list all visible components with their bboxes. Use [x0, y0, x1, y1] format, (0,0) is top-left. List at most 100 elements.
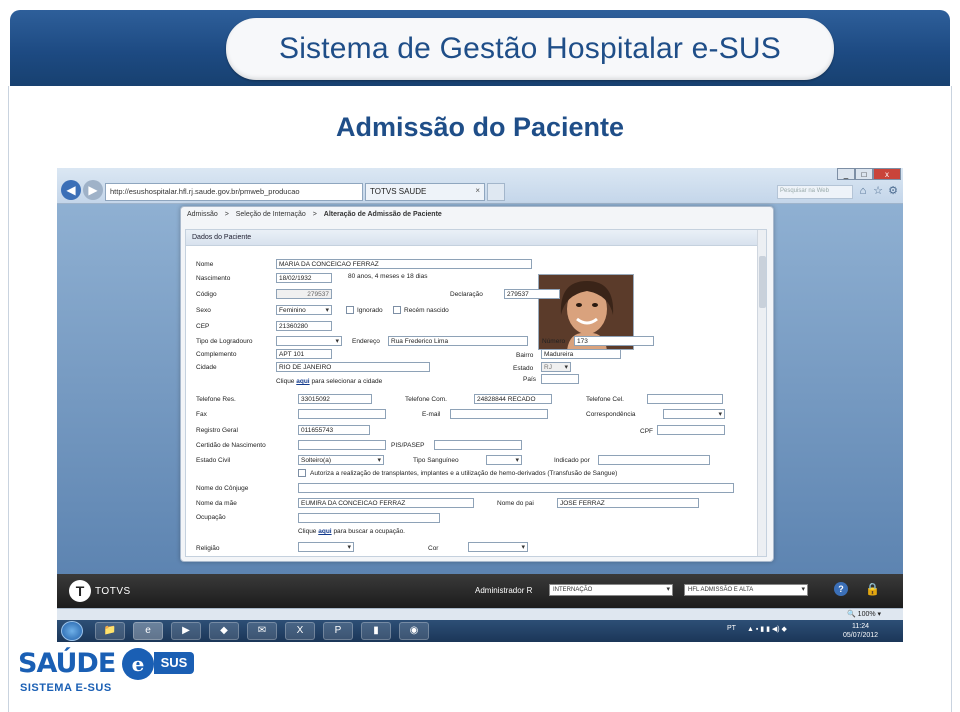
- language-indicator[interactable]: PT: [727, 625, 736, 632]
- tipo-sanguineo-select[interactable]: [486, 455, 522, 465]
- tipo-sanguineo-label: Tipo Sanguíneo: [413, 457, 459, 464]
- breadcrumb-separator: >: [224, 211, 229, 218]
- pis-label: PIS/PASEP: [391, 442, 425, 449]
- minimize-button[interactable]: _: [837, 168, 855, 180]
- ie-icon[interactable]: e: [133, 622, 163, 640]
- lock-icon[interactable]: 🔒: [865, 582, 880, 596]
- setor-select[interactable]: INTERNAÇÃO: [549, 584, 673, 596]
- registro-geral-input[interactable]: 011655743: [298, 425, 370, 435]
- terminal-icon[interactable]: ▮: [361, 622, 391, 640]
- media-player-icon[interactable]: ▶: [171, 622, 201, 640]
- email-input[interactable]: [450, 409, 548, 419]
- new-tab-button[interactable]: [487, 183, 505, 201]
- help-icon[interactable]: ?: [834, 582, 848, 596]
- religiao-select[interactable]: [298, 542, 354, 552]
- correspondencia-select[interactable]: [663, 409, 725, 419]
- indicado-por-input[interactable]: [598, 455, 710, 465]
- breadcrumb-item-admissao[interactable]: Admissão: [187, 211, 218, 218]
- telefone-res-label: Telefone Res.: [196, 396, 236, 403]
- breadcrumb: Admissão > Seleção de Internação > Alter…: [187, 211, 442, 218]
- cep-input[interactable]: 21360280: [276, 321, 332, 331]
- recem-nascido-label: Recém nascido: [404, 307, 449, 314]
- nome-input[interactable]: MARIA DA CONCEICAO FERRAZ: [276, 259, 532, 269]
- certidao-input[interactable]: [298, 440, 386, 450]
- bairro-input[interactable]: Madureira: [541, 349, 621, 359]
- totvs-logo-icon: T: [69, 580, 91, 602]
- cidade-label: Cidade: [196, 364, 217, 371]
- estado-select[interactable]: RJ: [541, 362, 571, 372]
- maximize-button[interactable]: □: [855, 168, 873, 180]
- conjuge-input[interactable]: [298, 483, 734, 493]
- search-box[interactable]: Pesquisar na Web: [777, 185, 853, 199]
- excel-icon[interactable]: X: [285, 622, 315, 640]
- logo-main-text: SAÚDE: [18, 648, 116, 679]
- cidade-hint: Clique aqui para selecionar a cidade: [276, 378, 382, 385]
- patient-data-panel: Dados do Paciente Nome MARIA DA CONCEICA…: [185, 229, 767, 557]
- app-icon[interactable]: ◆: [209, 622, 239, 640]
- gear-icon[interactable]: ⚙: [887, 185, 899, 197]
- estado-civil-select[interactable]: Solteiro(a): [298, 455, 384, 465]
- sexo-select[interactable]: Feminino: [276, 305, 332, 315]
- numero-input[interactable]: 173: [574, 336, 654, 346]
- zoom-level[interactable]: 🔍 100% ▾: [847, 610, 881, 618]
- back-icon[interactable]: ◀: [61, 180, 81, 200]
- complemento-label: Complemento: [196, 351, 237, 358]
- tray-icons[interactable]: ▲ ▪ ▮ ▮ ◀) ◆: [747, 625, 787, 633]
- home-icon[interactable]: ⌂: [857, 185, 869, 197]
- recem-nascido-checkbox[interactable]: [393, 306, 401, 314]
- powerpoint-icon[interactable]: P: [323, 622, 353, 640]
- hint-text: Clique: [298, 528, 317, 535]
- start-button[interactable]: [61, 621, 83, 641]
- forward-icon[interactable]: ▶: [83, 180, 103, 200]
- panel-title: Dados do Paciente: [186, 230, 766, 246]
- certidao-label: Certidão de Nascimento: [196, 442, 266, 449]
- browser-tab[interactable]: TOTVS SAUDE ×: [365, 183, 485, 201]
- registro-geral-label: Registro Geral: [196, 427, 238, 434]
- mae-input[interactable]: EUMIRA DA CONCEICAO FERRAZ: [298, 498, 474, 508]
- browser-status-bar: 🔍 100% ▾: [57, 608, 903, 620]
- explorer-icon[interactable]: 📁: [95, 622, 125, 640]
- favorites-icon[interactable]: ☆: [872, 185, 884, 197]
- vertical-scrollbar[interactable]: [757, 230, 766, 556]
- telefone-cel-input[interactable]: [647, 394, 723, 404]
- ignorado-checkbox[interactable]: [346, 306, 354, 314]
- hint-text: Clique: [276, 378, 295, 385]
- idade-text: 80 anos, 4 meses e 18 dias: [348, 273, 428, 280]
- address-bar[interactable]: http://esushospitalar.hfl.rj.saude.gov.b…: [105, 183, 363, 201]
- autoriza-checkbox[interactable]: [298, 469, 306, 477]
- declaracao-input[interactable]: 279537: [504, 289, 560, 299]
- ocupacao-input[interactable]: [298, 513, 440, 523]
- close-window-button[interactable]: x: [873, 168, 901, 180]
- cor-label: Cor: [428, 545, 439, 552]
- clock[interactable]: 11:24 05/07/2012: [843, 622, 878, 640]
- tipo-logradouro-select[interactable]: [276, 336, 342, 346]
- outlook-icon[interactable]: ✉: [247, 622, 277, 640]
- telefone-com-input[interactable]: 24828844 RECADO: [474, 394, 552, 404]
- cep-label: CEP: [196, 323, 210, 330]
- cpf-input[interactable]: [657, 425, 725, 435]
- pai-label: Nome do pai: [497, 500, 534, 507]
- pais-input[interactable]: [541, 374, 579, 384]
- buscar-ocupacao-link[interactable]: aqui: [318, 528, 331, 535]
- telefone-res-input[interactable]: 33015092: [298, 394, 372, 404]
- endereco-input[interactable]: Rua Frederico Lima: [388, 336, 528, 346]
- scrollbar-thumb[interactable]: [759, 256, 766, 308]
- cidade-input[interactable]: RIO DE JANEIRO: [276, 362, 430, 372]
- app-frame: Admissão > Seleção de Internação > Alter…: [180, 206, 774, 562]
- unidade-select[interactable]: HFL ADMISSÃO E ALTA: [684, 584, 808, 596]
- pis-input[interactable]: [434, 440, 522, 450]
- cor-select[interactable]: [468, 542, 528, 552]
- fax-input[interactable]: [298, 409, 386, 419]
- sexo-label: Sexo: [196, 307, 211, 314]
- bairro-label: Bairro: [516, 352, 534, 359]
- pai-input[interactable]: JOSE FERRAZ: [557, 498, 699, 508]
- estado-civil-label: Estado Civil: [196, 457, 231, 464]
- program-icon[interactable]: ◉: [399, 622, 429, 640]
- complemento-input[interactable]: APT 101: [276, 349, 332, 359]
- breadcrumb-item-selecao[interactable]: Seleção de Internação: [236, 211, 306, 218]
- close-tab-icon[interactable]: ×: [475, 186, 480, 195]
- codigo-label: Código: [196, 291, 217, 298]
- nascimento-input[interactable]: 18/02/1932: [276, 273, 332, 283]
- select-cidade-link[interactable]: aqui: [296, 378, 309, 385]
- browser-tab-title: TOTVS SAUDE: [370, 187, 427, 196]
